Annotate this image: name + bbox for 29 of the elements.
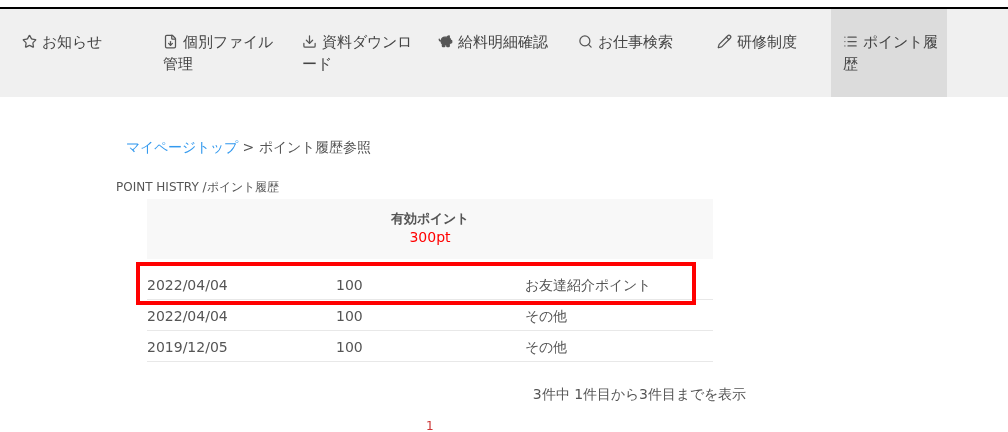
star-icon [22, 34, 37, 49]
date-cell-text: 2019/12/05 [147, 338, 229, 357]
nav-tab[interactable]: お仕事検索 [566, 9, 705, 97]
download-icon [302, 34, 317, 49]
breadcrumb-current: ポイント履歴参照 [258, 139, 371, 155]
reason-cell-text: お友達紹介ポイント [525, 276, 651, 295]
file-download-icon [163, 34, 178, 49]
reason-cell-text: その他 [525, 307, 567, 326]
summary-label: 有効ポイント [391, 210, 469, 228]
list-icon [843, 34, 858, 49]
breadcrumb-separator: > [241, 139, 256, 155]
points-cell-text: 100 [336, 307, 364, 326]
page-link[interactable]: 1 [426, 418, 434, 432]
date-cell-text: 2022/04/04 [147, 307, 229, 326]
piggy-bank-icon [438, 34, 453, 49]
search-icon [578, 34, 593, 49]
summary-value: 300pt [409, 228, 451, 247]
nav-tab[interactable]: ポイント履歴 [831, 9, 947, 97]
points-cell-text: 100 [336, 338, 364, 357]
nav-tab[interactable]: お知らせ [10, 9, 151, 97]
result-count: 3件中 1件目から3件目までを表示 [532, 385, 746, 404]
nav-tab[interactable]: 個別ファイル管理 [151, 9, 290, 97]
reason-cell-text: その他 [525, 338, 567, 357]
pencil-icon [717, 34, 732, 49]
date-cell-text: 2022/04/04 [147, 276, 229, 295]
nav-tab[interactable]: 資料ダウンロード [290, 9, 426, 97]
points-cell-text: 100 [336, 276, 364, 295]
nav-tab[interactable]: 給料明細確認 [426, 9, 566, 97]
section-title: POINT HISTRY /ポイント履歴 [116, 179, 279, 195]
